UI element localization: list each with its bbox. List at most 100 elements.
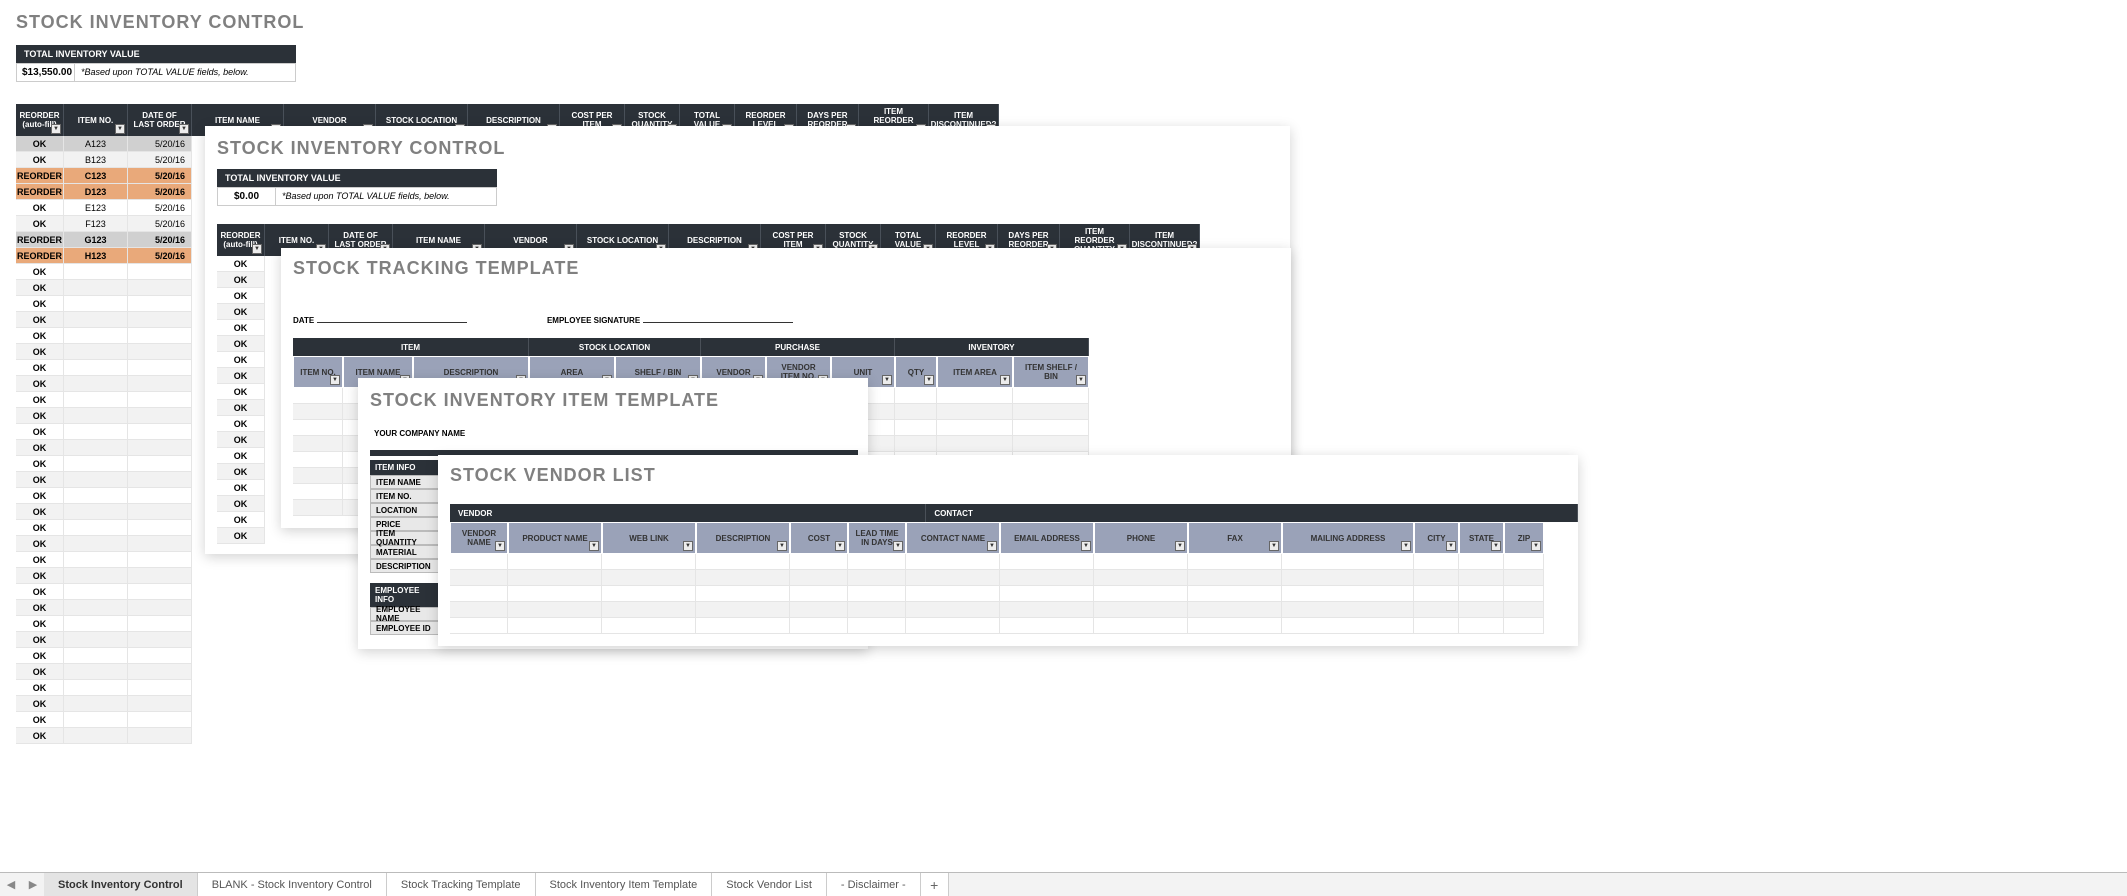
table-cell[interactable] [293, 452, 343, 468]
table-row[interactable] [450, 586, 1578, 602]
table-cell[interactable]: OK [16, 200, 64, 216]
table-cell[interactable]: OK [16, 584, 64, 600]
table-cell[interactable] [895, 388, 937, 404]
filter-dropdown-icon[interactable]: ▼ [51, 124, 61, 134]
sheet-tab[interactable]: Stock Tracking Template [387, 873, 536, 896]
table-cell[interactable] [64, 712, 128, 728]
sheet-tab[interactable]: Stock Inventory Item Template [536, 873, 713, 896]
column-header[interactable]: REORDER (auto-fill)▼ [217, 224, 265, 256]
table-cell[interactable]: OK [16, 136, 64, 152]
table-cell[interactable] [1282, 618, 1414, 634]
filter-dropdown-icon[interactable]: ▼ [1175, 541, 1185, 551]
table-cell[interactable]: REORDER [16, 184, 64, 200]
table-row[interactable] [450, 602, 1578, 618]
table-row[interactable]: OK [16, 728, 1090, 744]
table-cell[interactable] [602, 618, 696, 634]
table-cell[interactable] [128, 456, 192, 472]
table-cell[interactable]: OK [16, 536, 64, 552]
table-cell[interactable]: D123 [64, 184, 128, 200]
table-cell[interactable] [128, 568, 192, 584]
filter-dropdown-icon[interactable]: ▼ [1491, 541, 1501, 551]
table-cell[interactable] [64, 616, 128, 632]
table-cell[interactable] [848, 586, 906, 602]
table-cell[interactable] [128, 408, 192, 424]
table-cell[interactable] [1000, 570, 1094, 586]
table-cell[interactable]: OK [16, 568, 64, 584]
column-header[interactable]: QTY▼ [895, 356, 937, 388]
table-cell[interactable] [128, 360, 192, 376]
table-cell[interactable] [508, 554, 602, 570]
table-cell[interactable] [128, 616, 192, 632]
table-cell[interactable]: OK [16, 488, 64, 504]
table-cell[interactable] [1094, 586, 1188, 602]
column-header[interactable]: COST▼ [790, 522, 848, 554]
table-cell[interactable]: OK [217, 480, 265, 496]
table-cell[interactable] [1504, 570, 1544, 586]
column-header[interactable]: CITY▼ [1414, 522, 1459, 554]
table-cell[interactable]: 5/20/16 [128, 184, 192, 200]
table-cell[interactable] [937, 388, 1013, 404]
filter-dropdown-icon[interactable]: ▼ [330, 375, 340, 385]
table-cell[interactable] [64, 488, 128, 504]
table-cell[interactable]: OK [16, 264, 64, 280]
table-cell[interactable]: OK [16, 504, 64, 520]
table-cell[interactable]: OK [217, 288, 265, 304]
column-header[interactable]: EMAIL ADDRESS▼ [1000, 522, 1094, 554]
table-cell[interactable]: 5/20/16 [128, 168, 192, 184]
table-cell[interactable] [895, 436, 937, 452]
table-cell[interactable] [128, 680, 192, 696]
table-cell[interactable] [64, 424, 128, 440]
table-cell[interactable] [906, 554, 1000, 570]
table-cell[interactable] [1414, 586, 1459, 602]
table-row[interactable] [450, 570, 1578, 586]
filter-dropdown-icon[interactable]: ▼ [1076, 375, 1086, 385]
column-header[interactable]: STATE▼ [1459, 522, 1504, 554]
column-header[interactable]: MAILING ADDRESS▼ [1282, 522, 1414, 554]
table-cell[interactable]: OK [217, 464, 265, 480]
table-cell[interactable] [450, 602, 508, 618]
table-cell[interactable] [128, 696, 192, 712]
table-cell[interactable] [1504, 602, 1544, 618]
table-cell[interactable] [1188, 602, 1282, 618]
table-cell[interactable]: OK [16, 456, 64, 472]
table-cell[interactable] [128, 504, 192, 520]
table-cell[interactable] [128, 312, 192, 328]
table-cell[interactable]: OK [16, 600, 64, 616]
table-cell[interactable]: 5/20/16 [128, 136, 192, 152]
table-cell[interactable] [1282, 586, 1414, 602]
table-cell[interactable] [450, 586, 508, 602]
table-cell[interactable] [1188, 554, 1282, 570]
table-cell[interactable] [64, 664, 128, 680]
table-cell[interactable]: OK [16, 440, 64, 456]
table-cell[interactable] [895, 420, 937, 436]
table-cell[interactable] [790, 586, 848, 602]
table-cell[interactable] [1094, 618, 1188, 634]
table-cell[interactable]: 5/20/16 [128, 152, 192, 168]
table-cell[interactable] [1000, 554, 1094, 570]
table-cell[interactable] [848, 554, 906, 570]
table-cell[interactable] [508, 602, 602, 618]
filter-dropdown-icon[interactable]: ▼ [1000, 375, 1010, 385]
filter-dropdown-icon[interactable]: ▼ [495, 541, 505, 551]
table-cell[interactable]: OK [16, 680, 64, 696]
add-sheet-button[interactable]: + [921, 873, 949, 896]
table-cell[interactable] [848, 618, 906, 634]
table-cell[interactable] [64, 728, 128, 744]
table-cell[interactable] [128, 728, 192, 744]
table-cell[interactable]: OK [16, 616, 64, 632]
table-cell[interactable]: OK [217, 272, 265, 288]
table-cell[interactable] [1414, 570, 1459, 586]
table-cell[interactable] [602, 602, 696, 618]
table-cell[interactable] [906, 586, 1000, 602]
table-cell[interactable] [128, 664, 192, 680]
table-cell[interactable] [64, 360, 128, 376]
table-cell[interactable]: 5/20/16 [128, 216, 192, 232]
table-row[interactable]: OK [16, 664, 1090, 680]
table-cell[interactable] [696, 586, 790, 602]
table-row[interactable] [450, 554, 1578, 570]
table-cell[interactable] [508, 586, 602, 602]
table-cell[interactable] [906, 570, 1000, 586]
tab-nav-next[interactable]: ▶ [22, 873, 44, 896]
table-cell[interactable]: 5/20/16 [128, 248, 192, 264]
table-cell[interactable] [1188, 618, 1282, 634]
